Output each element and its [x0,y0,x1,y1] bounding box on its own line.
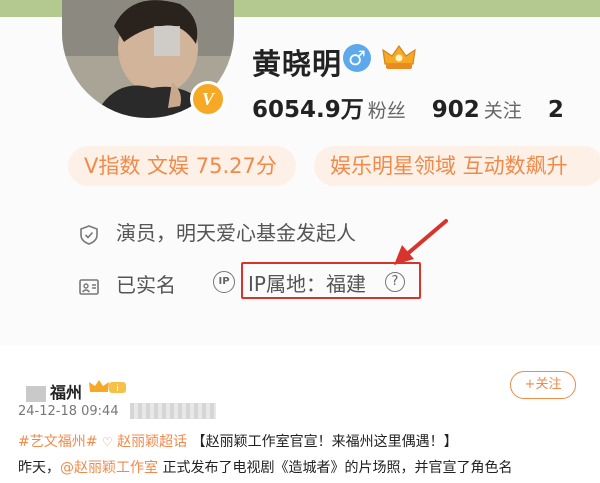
post-text-prefix: 昨天， [18,460,60,476]
post-text-rest: 正式发布了电视剧《造城者》的片场照，并官宣了角色名 [158,460,513,476]
following-count[interactable]: 902 [432,97,480,123]
heart-icon: ♡ [101,435,113,449]
verify-status: 已实名 [116,273,176,297]
fans-count[interactable]: 6054.9万 [252,97,364,123]
shield-icon [80,224,98,245]
post-line-1: #艺文福州# ♡ 赵丽颖超话 【赵丽颖工作室官宣！来福州这里偶遇！】 [18,431,458,451]
profile-stats: 6054.9万 粉丝 902 关注 2 [252,90,564,124]
v-index-pill[interactable]: V指数 文娱 75.27分 [68,146,296,186]
follow-button[interactable]: +关注 [510,371,576,399]
id-card-icon [79,278,99,295]
verified-v-badge: V [190,81,226,117]
male-gender-icon: ♂ [343,44,371,72]
bio-row: 演员，明天爱心基金发起人 [78,217,356,246]
supertopic-link[interactable]: 赵丽颖超话 [117,434,187,450]
arrow-icon [394,219,448,265]
following-label[interactable]: 关注 [484,100,522,122]
verify-row: 已实名 [78,269,176,298]
post-timestamp: 24-12-18 09:44 [18,404,119,419]
trending-field-pill[interactable]: 娱乐明星领域 互动数飙升 [314,146,600,186]
svg-text:i: i [116,384,119,394]
profile-name: 黄晓明 [252,47,343,81]
hashtag-link[interactable]: #艺文福州# [18,434,97,450]
post-line-2: 昨天，@赵丽颖工作室 正式发布了电视剧《造城者》的片场照，并官宣了角色名 [18,457,512,477]
feed-post: 福州 i +关注 24-12-18 09:44 #艺文福州# ♡ 赵丽颖超话 【… [0,345,600,483]
profile-card: V 黄晓明 ♂ 6054.9万 粉丝 902 关注 2 V指数 文娱 75.27分 娱乐… [0,0,600,345]
post-username[interactable]: 福州 [26,379,82,403]
ip-icon: IP [213,271,235,293]
third-stat-count[interactable]: 2 [548,97,564,123]
bio-text: 演员，明天爱心基金发起人 [116,221,356,245]
fans-label[interactable]: 粉丝 [368,100,406,122]
blurred-username-part [26,385,46,402]
mention-link[interactable]: @赵丽颖工作室 [60,460,158,476]
blurred-meta [130,403,216,419]
crown-icon: i [89,380,126,394]
crown-icon [382,44,416,69]
post-headline: 【赵丽颖工作室官宣！来福州这里偶遇！】 [191,434,458,450]
